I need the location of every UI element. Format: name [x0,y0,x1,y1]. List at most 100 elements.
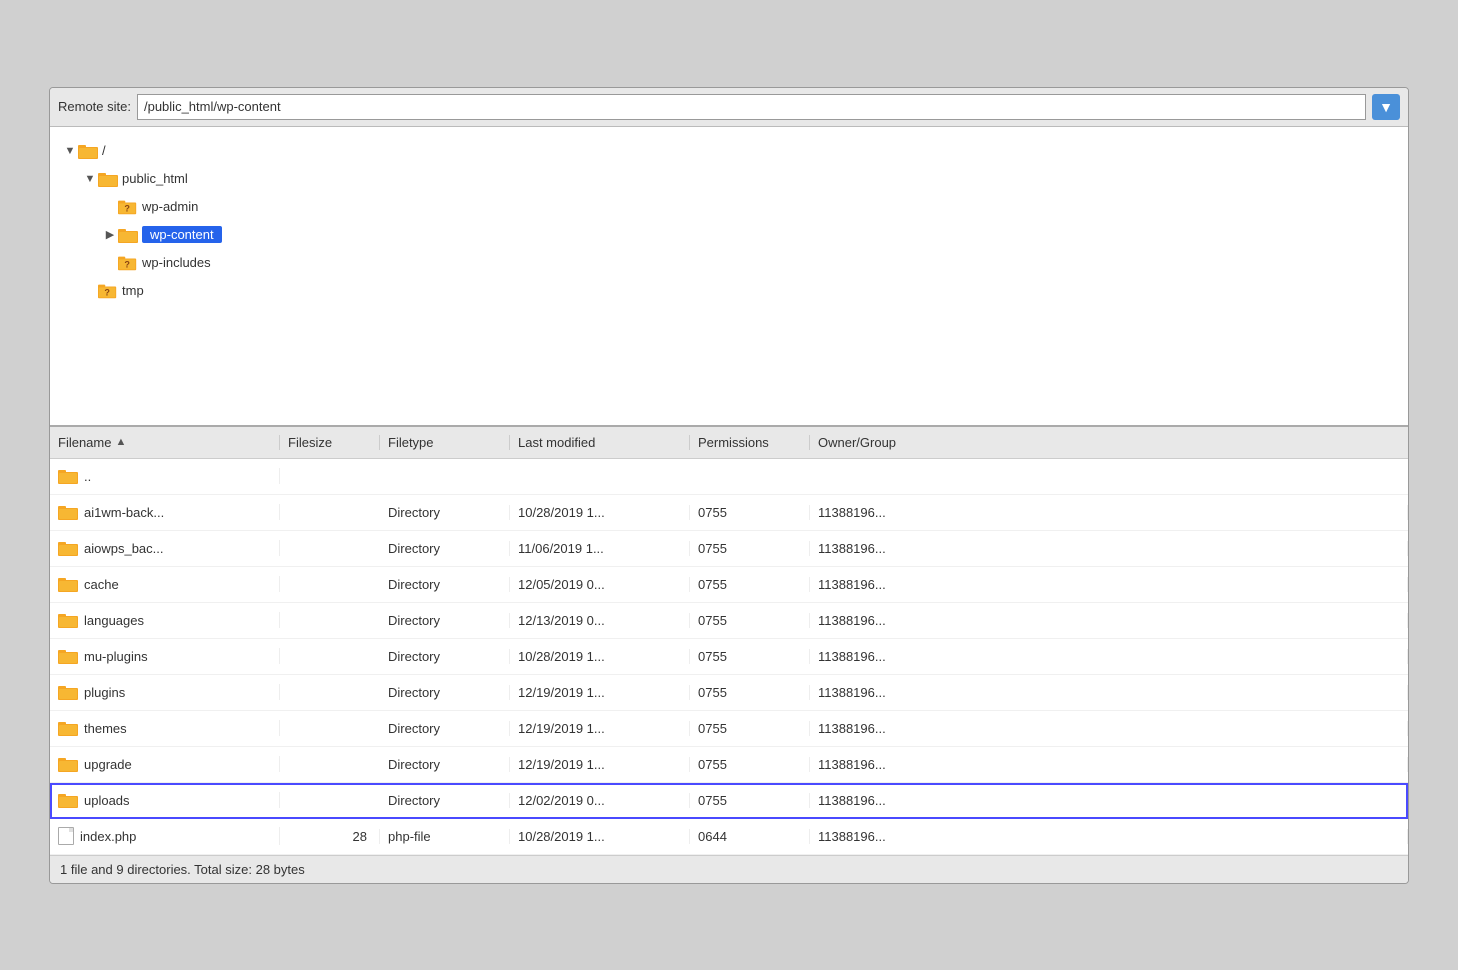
cell-filename: uploads [50,792,280,808]
folder-icon-wp-includes: ? [118,255,138,271]
cell-filename: plugins [50,684,280,700]
folder-icon [58,756,78,772]
cell-filetype: Directory [380,757,510,772]
folder-icon [58,576,78,592]
table-row[interactable]: themes Directory 12/19/2019 1... 0755 11… [50,711,1408,747]
tree-toggle-wp-includes[interactable] [102,255,118,271]
cell-perms: 0644 [690,829,810,844]
tree-toggle-root[interactable]: ▼ [62,143,78,159]
cell-filename: mu-plugins [50,648,280,664]
folder-icon-wp-content [118,227,138,243]
tree-item-public-html[interactable]: ▼ public_html [58,165,1400,193]
cell-lastmod: 11/06/2019 1... [510,541,690,556]
cell-filetype: Directory [380,685,510,700]
cell-perms: 0755 [690,685,810,700]
tree-label-wp-admin: wp-admin [142,199,198,214]
remote-site-dropdown-button[interactable]: ▼ [1372,94,1400,120]
remote-site-bar: Remote site: ▼ [50,88,1408,127]
cell-filetype: Directory [380,649,510,664]
cell-owner: 11388196... [810,541,1408,556]
cell-lastmod: 12/05/2019 0... [510,577,690,592]
file-table-body: .. ai1wm-back... D [50,459,1408,855]
folder-icon-public-html [98,171,118,187]
tree-toggle-wp-content[interactable]: ▶ [102,227,118,243]
folder-icon-wp-admin: ? [118,199,138,215]
cell-perms: 0755 [690,577,810,592]
cell-owner: 11388196... [810,685,1408,700]
cell-owner: 11388196... [810,577,1408,592]
cell-perms: 0755 [690,793,810,808]
cell-perms: 0755 [690,541,810,556]
cell-owner: 11388196... [810,757,1408,772]
folder-icon [58,504,78,520]
cell-filename: index.php [50,827,280,845]
cell-owner: 11388196... [810,829,1408,844]
cell-owner: 11388196... [810,505,1408,520]
table-row[interactable]: ai1wm-back... Directory 10/28/2019 1... … [50,495,1408,531]
table-row[interactable]: cache Directory 12/05/2019 0... 0755 113… [50,567,1408,603]
remote-site-label: Remote site: [58,99,131,114]
cell-filetype: Directory [380,541,510,556]
col-header-lastmod[interactable]: Last modified [510,435,690,450]
svg-text:?: ? [104,287,110,297]
cell-lastmod: 12/02/2019 0... [510,793,690,808]
cell-perms: 0755 [690,505,810,520]
file-icon [58,827,74,845]
col-header-owner[interactable]: Owner/Group [810,435,1408,450]
cell-filetype: php-file [380,829,510,844]
cell-lastmod: 12/13/2019 0... [510,613,690,628]
table-row[interactable]: .. [50,459,1408,495]
chevron-down-icon: ▼ [1379,99,1393,115]
tree-toggle-public-html[interactable]: ▼ [82,171,98,187]
tree-item-wp-admin[interactable]: ? wp-admin [58,193,1400,221]
tree-item-wp-content[interactable]: ▶ wp-content [58,221,1400,249]
svg-text:?: ? [124,259,130,269]
cell-owner: 11388196... [810,613,1408,628]
cell-filename: languages [50,612,280,628]
table-row-uploads[interactable]: uploads Directory 12/02/2019 0... 0755 1… [50,783,1408,819]
table-row[interactable]: upgrade Directory 12/19/2019 1... 0755 1… [50,747,1408,783]
tree-toggle-tmp[interactable] [82,283,98,299]
cell-owner: 11388196... [810,793,1408,808]
folder-icon [58,468,78,484]
col-header-permissions[interactable]: Permissions [690,435,810,450]
tree-item-root[interactable]: ▼ / [58,137,1400,165]
cell-lastmod: 10/28/2019 1... [510,829,690,844]
cell-filetype: Directory [380,613,510,628]
tree-item-tmp[interactable]: ? tmp [58,277,1400,305]
table-row[interactable]: languages Directory 12/13/2019 0... 0755… [50,603,1408,639]
cell-filename: upgrade [50,756,280,772]
tree-toggle-wp-admin[interactable] [102,199,118,215]
cell-perms: 0755 [690,649,810,664]
svg-text:?: ? [124,203,130,213]
remote-site-input[interactable] [137,94,1366,120]
col-header-filename[interactable]: Filename ▲ [50,435,280,450]
sort-arrow-filename: ▲ [115,436,126,448]
folder-icon [58,720,78,736]
table-row[interactable]: aiowps_bac... Directory 11/06/2019 1... … [50,531,1408,567]
col-header-filesize[interactable]: Filesize [280,435,380,450]
cell-perms: 0755 [690,721,810,736]
cell-perms: 0755 [690,757,810,772]
table-row[interactable]: plugins Directory 12/19/2019 1... 0755 1… [50,675,1408,711]
table-row[interactable]: index.php 28 php-file 10/28/2019 1... 06… [50,819,1408,855]
cell-perms: 0755 [690,613,810,628]
folder-icon [58,792,78,808]
folder-icon [58,540,78,556]
col-header-filetype[interactable]: Filetype [380,435,510,450]
cell-lastmod: 10/28/2019 1... [510,649,690,664]
cell-lastmod: 12/19/2019 1... [510,685,690,700]
cell-filetype: Directory [380,721,510,736]
cell-filename: aiowps_bac... [50,540,280,556]
tree-label-wp-includes: wp-includes [142,255,211,270]
tree-item-wp-includes[interactable]: ? wp-includes [58,249,1400,277]
tree-label-tmp: tmp [122,283,144,298]
cell-filename: themes [50,720,280,736]
folder-icon [58,612,78,628]
folder-icon-tmp: ? [98,283,118,299]
table-row[interactable]: mu-plugins Directory 10/28/2019 1... 075… [50,639,1408,675]
cell-filesize: 28 [280,829,380,844]
cell-filename: cache [50,576,280,592]
file-table-header: Filename ▲ Filesize Filetype Last modifi… [50,427,1408,459]
cell-lastmod: 12/19/2019 1... [510,721,690,736]
